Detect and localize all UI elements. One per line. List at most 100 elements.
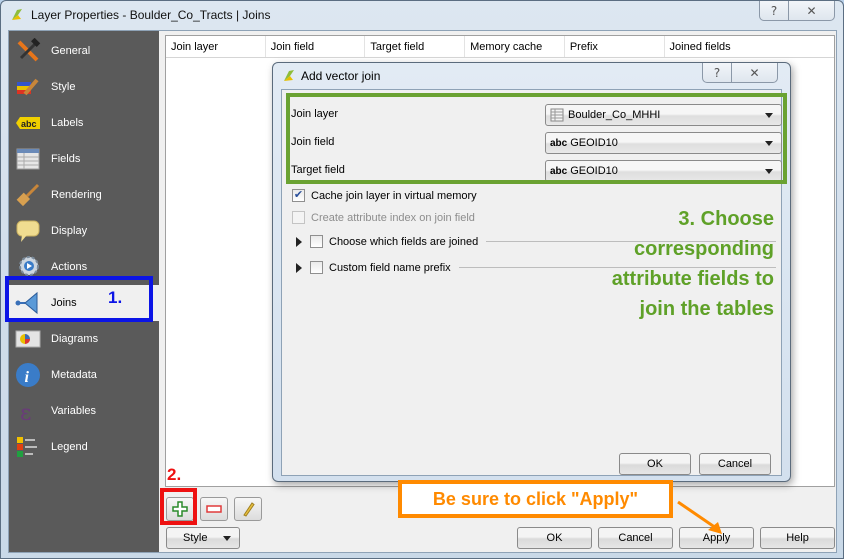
sidebar-item-labels[interactable]: abc Labels — [9, 105, 159, 141]
apply-reminder-text: Be sure to click "Apply" — [432, 488, 639, 509]
step3-line: join the tables — [639, 298, 774, 320]
step3-line: corresponding — [633, 238, 774, 260]
dialog-help-button[interactable]: ? — [703, 63, 731, 82]
column-header-join-layer[interactable]: Join layer — [166, 36, 266, 57]
sidebar-item-label: Display — [51, 225, 88, 237]
step3-line: attribute fields to — [611, 268, 774, 290]
table-layer-icon — [550, 108, 564, 122]
window-caption-buttons: ? ✕ — [759, 1, 835, 21]
speech-bubble-icon — [15, 218, 41, 244]
style-menu-label: Style — [183, 532, 208, 544]
window-title: Layer Properties - Boulder_Co_Tracts | J… — [31, 8, 271, 22]
join-layer-combo[interactable]: Boulder_Co_MHHI — [545, 104, 782, 126]
custom-prefix-checkbox[interactable] — [310, 261, 323, 274]
ok-button[interactable]: OK — [517, 527, 592, 549]
column-header-prefix[interactable]: Prefix — [565, 36, 665, 57]
apply-reminder-callout: Be sure to click "Apply" — [398, 480, 673, 518]
step2-annotation: 2. — [167, 465, 182, 484]
sidebar-item-label: Actions — [51, 261, 88, 273]
expand-arrow-icon[interactable] — [296, 236, 302, 247]
step3-annotation: 3. Choose corresponding attribute fields… — [534, 204, 774, 324]
paintbrush-style-icon — [15, 74, 41, 100]
sidebar-item-legend[interactable]: Legend — [9, 429, 159, 465]
style-menu-button[interactable]: Style — [166, 527, 240, 549]
joins-table-header: Join layer Join field Target field Memor… — [166, 36, 834, 58]
dialog-close-button[interactable]: ✕ — [731, 63, 777, 82]
chevron-down-icon — [765, 113, 773, 118]
qgis-logo-icon — [284, 70, 294, 81]
column-header-joined-fields[interactable]: Joined fields — [665, 36, 834, 57]
svg-text:ε: ε — [20, 401, 31, 424]
close-button[interactable]: ✕ — [788, 1, 834, 20]
expand-arrow-icon[interactable] — [296, 262, 302, 273]
info-icon: i — [15, 362, 41, 388]
join-layer-label: Join layer — [291, 108, 339, 120]
sidebar-item-fields[interactable]: Fields — [9, 141, 159, 177]
svg-text:abc: abc — [21, 119, 37, 129]
column-header-memory-cache[interactable]: Memory cache — [465, 36, 565, 57]
choose-fields-label: Choose which fields are joined — [329, 235, 479, 248]
column-header-join-field[interactable]: Join field — [266, 36, 366, 57]
table-fields-icon — [15, 146, 41, 172]
string-field-type-icon: abc — [550, 137, 568, 149]
sidebar-item-label: Style — [51, 81, 76, 93]
sidebar-item-label: General — [51, 45, 91, 57]
string-field-type-icon: abc — [550, 165, 568, 177]
sidebar-item-diagrams[interactable]: Diagrams — [9, 321, 159, 357]
sidebar-item-metadata[interactable]: i Metadata — [9, 357, 159, 393]
minus-icon — [206, 505, 222, 513]
sidebar-item-general[interactable]: General — [9, 33, 159, 69]
sidebar-item-label: Metadata — [51, 369, 97, 381]
step3-line: 3. Choose — [678, 208, 774, 230]
sidebar-item-label: Fields — [51, 153, 81, 165]
edit-join-button[interactable] — [234, 497, 262, 521]
join-field-combo[interactable]: abc GEOID10 — [545, 132, 782, 154]
sidebar-item-variables[interactable]: ε Variables — [9, 393, 159, 429]
join-layer-value: Boulder_Co_MHHI — [568, 109, 661, 121]
epsilon-icon: ε — [15, 398, 41, 424]
step1-annotation: 1. — [108, 288, 123, 307]
join-field-row: Join field abc GEOID10 — [291, 132, 782, 154]
join-field-label: Join field — [291, 136, 335, 148]
cache-join-layer-checkbox[interactable]: ✔ — [292, 189, 305, 202]
pencil-icon — [243, 502, 255, 517]
sidebar-item-display[interactable]: Display — [9, 213, 159, 249]
sidebar-item-label: Diagrams — [51, 333, 99, 345]
brush-icon — [15, 182, 41, 208]
custom-prefix-label: Custom field name prefix — [329, 261, 451, 274]
target-field-label: Target field — [291, 164, 345, 176]
apply-pointer-arrow-icon — [677, 500, 722, 534]
dialog-caption-buttons: ? ✕ — [702, 63, 778, 83]
create-index-checkbox — [292, 211, 305, 224]
dialog-ok-button[interactable]: OK — [619, 453, 691, 475]
legend-icon — [15, 434, 41, 460]
hammer-wrench-icon — [15, 38, 41, 64]
choose-fields-checkbox[interactable] — [310, 235, 323, 248]
target-field-value: GEOID10 — [570, 165, 618, 177]
title-bar: Layer Properties - Boulder_Co_Tracts | J… — [1, 1, 843, 29]
create-index-label: Create attribute index on join field — [311, 211, 475, 224]
chevron-down-icon — [765, 169, 773, 174]
sidebar-item-label: Labels — [51, 117, 84, 129]
create-index-option: Create attribute index on join field — [292, 211, 475, 224]
step1-highlight-box — [5, 276, 153, 322]
remove-join-button[interactable] — [200, 497, 228, 521]
sidebar-item-label: Legend — [51, 441, 88, 453]
cache-join-layer-option[interactable]: ✔ Cache join layer in virtual memory — [292, 189, 477, 202]
qgis-logo-icon — [12, 9, 22, 20]
target-field-combo[interactable]: abc GEOID10 — [545, 160, 782, 182]
target-field-row: Target field abc GEOID10 — [291, 160, 782, 182]
column-header-target-field[interactable]: Target field — [365, 36, 466, 57]
svg-text:i: i — [25, 369, 30, 386]
abc-label-icon: abc — [15, 110, 41, 136]
join-field-value: GEOID10 — [570, 137, 618, 149]
sidebar-item-rendering[interactable]: Rendering — [9, 177, 159, 213]
chevron-down-icon — [765, 141, 773, 146]
sidebar-item-label: Rendering — [51, 189, 102, 201]
cancel-button[interactable]: Cancel — [598, 527, 673, 549]
sidebar-item-style[interactable]: Style — [9, 69, 159, 105]
dialog-cancel-button[interactable]: Cancel — [699, 453, 771, 475]
help-button[interactable]: ? — [760, 1, 788, 20]
dialog-title: Add vector join — [301, 69, 381, 83]
help-dialog-button[interactable]: Help — [760, 527, 835, 549]
